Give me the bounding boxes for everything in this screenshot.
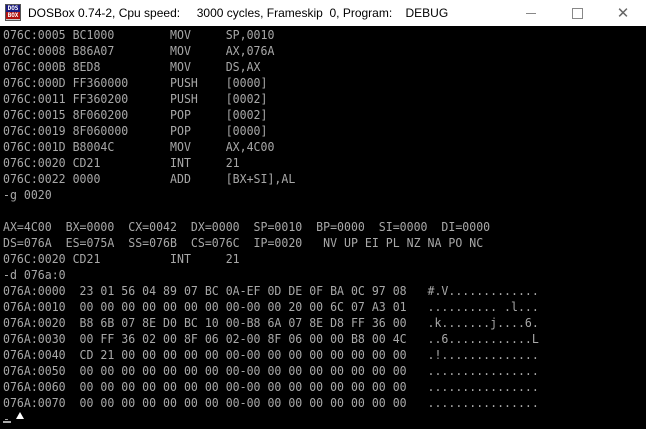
terminal-line: 076C:0011 FF360200 PUSH [0002]	[3, 92, 268, 106]
terminal-line: 076A:0000 23 01 56 04 89 07 BC 0A-EF 0D …	[3, 284, 539, 298]
terminal-line: 076C:0015 8F060200 POP [0002]	[3, 108, 268, 122]
terminal-line: 076C:0022 0000 ADD [BX+SI],AL	[3, 172, 296, 186]
terminal-line: 076C:0005 BC1000 MOV SP,0010	[3, 28, 275, 42]
app-icon-text-top: DOS	[6, 5, 20, 12]
minimize-button[interactable]	[508, 0, 554, 26]
mouse-pointer-icon	[16, 412, 24, 419]
terminal-line: -d 076a:0	[3, 268, 66, 282]
window-title: DOSBox 0.74-2, Cpu speed: 3000 cycles, F…	[28, 6, 449, 20]
close-icon: ✕	[616, 3, 630, 22]
terminal-line: 076A:0050 00 00 00 00 00 00 00 00-00 00 …	[3, 364, 539, 378]
terminal-line: AX=4C00 BX=0000 CX=0042 DX=0000 SP=0010 …	[3, 220, 491, 234]
terminal-line: 076C:0019 8F060000 POP [0000]	[3, 124, 268, 138]
terminal-line: 076C:000B 8ED8 MOV DS,AX	[3, 60, 261, 74]
terminal-line: 076C:0020 CD21 INT 21	[3, 252, 240, 266]
terminal-line: 076C:0008 B86A07 MOV AX,076A	[3, 44, 275, 58]
terminal-line: 076A:0030 00 FF 36 02 00 8F 06 02-00 8F …	[3, 332, 539, 346]
terminal-line: -g 0020	[3, 188, 52, 202]
dosbox-app-icon[interactable]: DOS BOX	[5, 4, 21, 21]
terminal-line: 076C:001D B8004C MOV AX,4C00	[3, 140, 275, 154]
terminal-line: 076C:0020 CD21 INT 21	[3, 156, 240, 170]
terminal-line: 076A:0010 00 00 00 00 00 00 00 00-00 00 …	[3, 300, 539, 314]
terminal-line: DS=076A ES=075A SS=076B CS=076C IP=0020 …	[3, 236, 484, 250]
terminal-line: 076A:0040 CD 21 00 00 00 00 00 00-00 00 …	[3, 348, 539, 362]
text-cursor	[3, 421, 11, 423]
terminal-line: 076A:0070 00 00 00 00 00 00 00 00-00 00 …	[3, 396, 539, 410]
dosbox-window: DOS BOX DOSBox 0.74-2, Cpu speed: 3000 c…	[0, 0, 646, 429]
maximize-button[interactable]	[554, 0, 600, 26]
terminal-line: 076C:000D FF360000 PUSH [0000]	[3, 76, 268, 90]
dos-terminal-screen[interactable]: 076C:0005 BC1000 MOV SP,0010 076C:0008 B8…	[0, 26, 646, 429]
app-icon-text-bottom: BOX	[6, 12, 20, 19]
terminal-line: -	[3, 412, 10, 426]
close-button[interactable]: ✕	[600, 0, 646, 26]
minimize-icon	[526, 12, 536, 14]
terminal-line: 076A:0060 00 00 00 00 00 00 00 00-00 00 …	[3, 380, 539, 394]
terminal-line: 076A:0020 B8 6B 07 8E D0 BC 10 00-B8 6A …	[3, 316, 539, 330]
maximize-icon	[571, 7, 583, 19]
title-bar[interactable]: DOS BOX DOSBox 0.74-2, Cpu speed: 3000 c…	[0, 0, 646, 26]
